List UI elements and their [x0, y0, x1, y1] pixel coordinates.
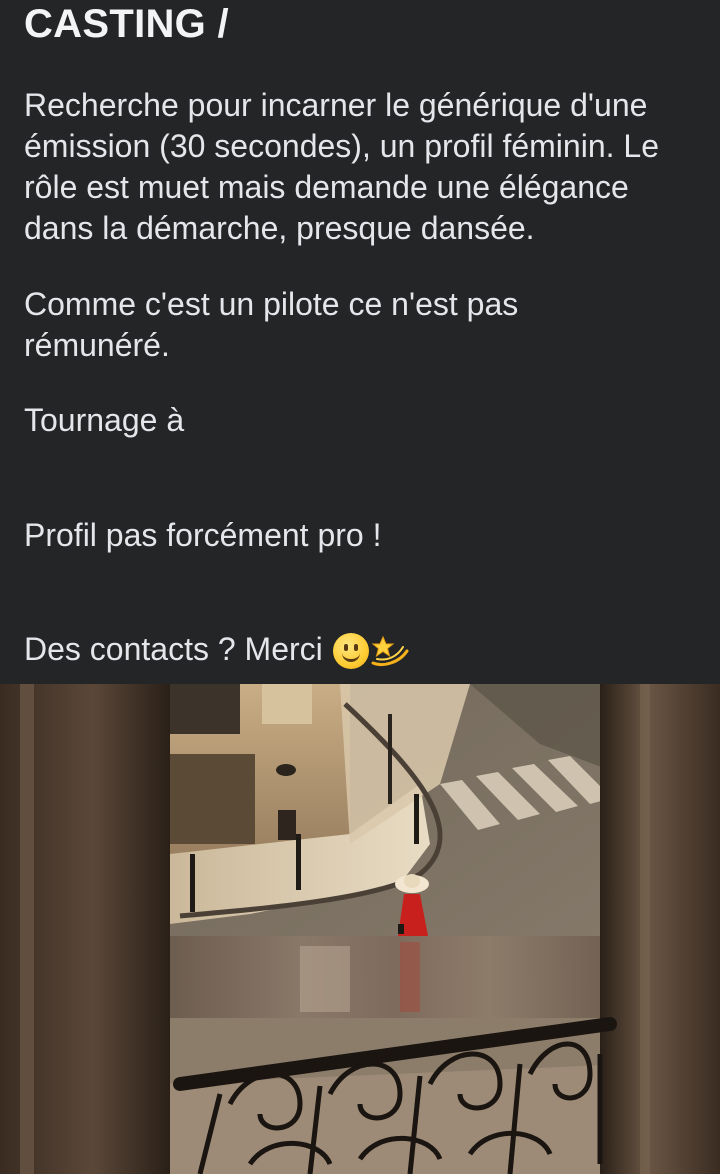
post-paragraph-profile: Profil pas forcément pro ! [24, 517, 382, 553]
street-scene-image [0, 684, 720, 1174]
payment-line-2: rémunéré. [24, 327, 170, 363]
post-photo[interactable] [0, 684, 720, 1174]
description-line-4: dans la démarche, presque dansée. [24, 210, 535, 246]
post-paragraph-shooting: Tournage à [24, 402, 185, 438]
post-paragraph-contacts: Des contacts ? Merci [24, 629, 411, 670]
contacts-text: Des contacts ? Merci [24, 631, 323, 667]
post-paragraph-description: Recherche pour incarner le générique d'u… [24, 85, 659, 249]
post-paragraph-payment: Comme c'est un pilote ce n'est pas rémun… [24, 284, 518, 366]
smiling-face-icon [332, 632, 369, 669]
dizzy-star-icon [371, 635, 409, 666]
description-line-1: Recherche pour incarner le générique d'u… [24, 87, 648, 123]
emoji-group [332, 632, 411, 669]
payment-line-1: Comme c'est un pilote ce n'est pas [24, 286, 519, 322]
post-title: CASTING / [24, 2, 229, 46]
post-text-block: CASTING / Recherche pour incarner le gén… [24, 0, 720, 684]
description-line-2: émission (30 secondes), un profil fémini… [24, 128, 659, 164]
description-line-3: rôle est muet mais demande une élégance [24, 169, 629, 205]
